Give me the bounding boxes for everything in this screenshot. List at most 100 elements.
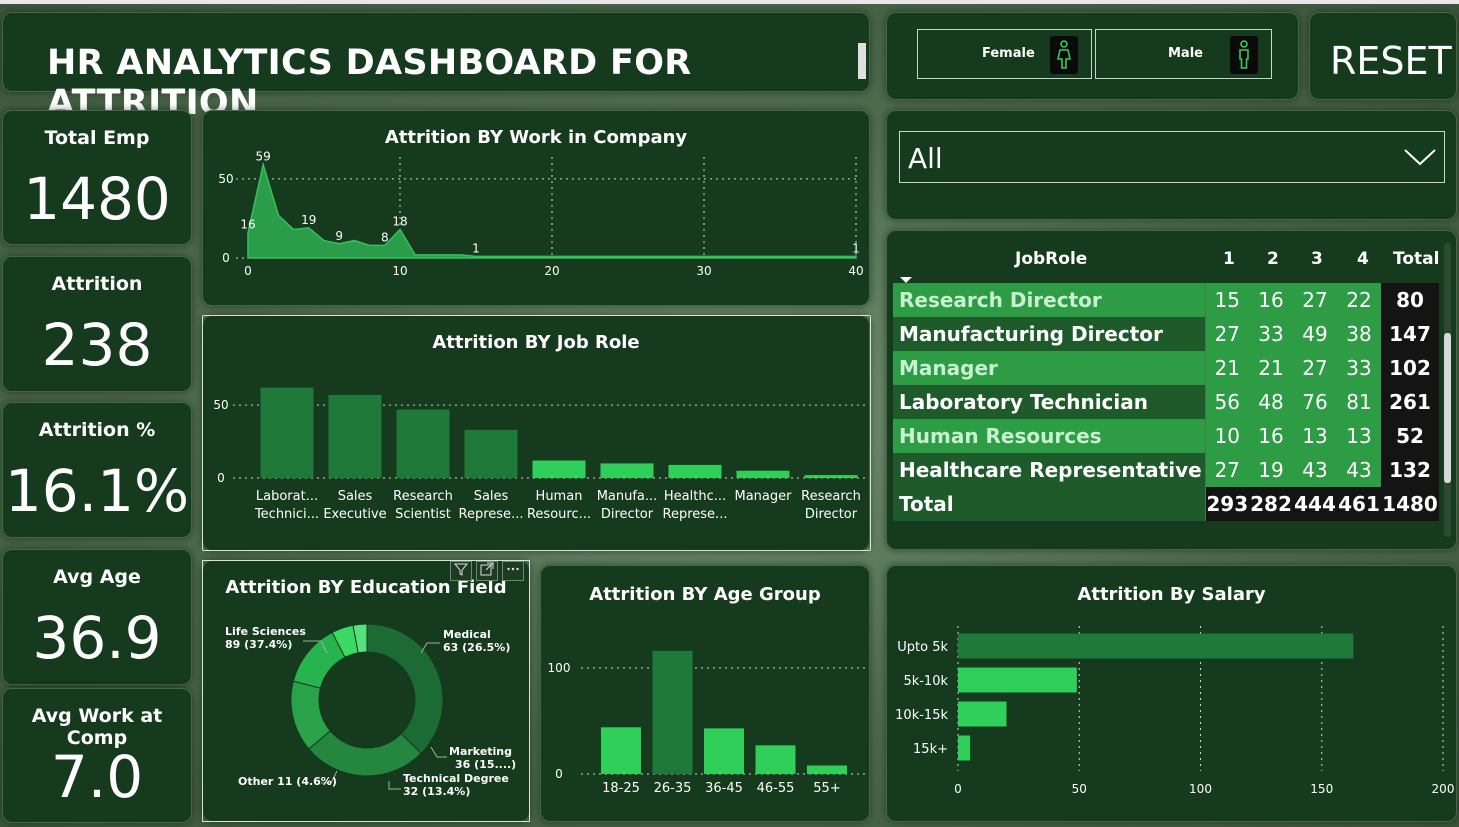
scrollbar-thumb[interactable]: [1444, 333, 1451, 483]
x-tick-label: Healthc...: [664, 489, 726, 504]
reset-button[interactable]: RESET: [1309, 12, 1457, 100]
table-cell: 22: [1337, 283, 1381, 317]
x-tick-label: Director: [805, 507, 858, 522]
leader-line: [388, 781, 401, 790]
bar: [755, 745, 796, 774]
donut-slice: [308, 730, 422, 777]
table-cell: 76: [1293, 385, 1337, 419]
y-tick-label: 0: [222, 251, 230, 265]
slice-value: 63 (26.5%): [443, 641, 510, 654]
x-tick-label: Sales: [338, 489, 373, 504]
x-tick-label: 50: [1072, 782, 1087, 796]
data-label: 19: [301, 213, 316, 227]
bar: [736, 470, 790, 478]
table-cell: 27: [1293, 351, 1337, 385]
matrix-col-header: 2: [1267, 249, 1279, 269]
x-tick-label: Technici...: [254, 507, 319, 522]
work-area-svg: 0 50 0 10 20 30 40 16 59 19 9 818 1 1: [218, 150, 863, 278]
table-cell: 81: [1337, 385, 1381, 419]
gender-filter-card: Female Male: [886, 12, 1299, 100]
data-label: 59: [256, 150, 271, 164]
table-cell: 27: [1293, 283, 1337, 317]
leader-line: [430, 746, 447, 758]
chart-job-role: Attrition BY Job Role 0 50 Laborat... Techn…: [202, 315, 870, 551]
window-top-strip: [0, 0, 1459, 4]
table-cell: 33: [1249, 317, 1293, 351]
y-tick-label: 10k-15k: [895, 708, 948, 723]
bar: [532, 460, 586, 478]
bar: [807, 765, 847, 774]
chart-salary: Attrition By Salary 0 50 100 150 200 Upto 5k 5…: [886, 565, 1457, 822]
chart-age-group: Attrition BY Age Group 0 100 18-25 26-35 36-…: [540, 565, 870, 822]
table-cell: 43: [1337, 453, 1381, 487]
visual-toolbar: [450, 561, 524, 581]
table-cell: 27: [1205, 317, 1249, 351]
table-cell: 21: [1205, 351, 1249, 385]
table-row[interactable]: Manufacturing Director 27 33 49 38 147: [893, 317, 1439, 351]
y-tick-label: 50: [213, 398, 228, 412]
x-tick-label: Director: [601, 507, 654, 522]
table-cell: 16: [1249, 419, 1293, 453]
y-tick-label: 5k-10k: [903, 674, 948, 689]
chart-education-field: Attrition BY Education Field Life Scienc…: [202, 560, 530, 822]
matrix-scrollbar[interactable]: [1444, 243, 1451, 537]
table-cell: 19: [1249, 453, 1293, 487]
male-icon: [1230, 36, 1258, 74]
male-button[interactable]: Male: [1095, 29, 1272, 79]
total-cell: 282: [1249, 487, 1293, 521]
female-button[interactable]: Female: [917, 29, 1092, 79]
x-tick-label: 30: [696, 264, 711, 278]
total-row: Total 293 282 444 461 1480: [893, 487, 1439, 521]
bar: [601, 727, 641, 774]
x-tick-label: 150: [1310, 782, 1333, 796]
title-card: HR ANALYTICS DASHBOARD FOR ATTRITION: [2, 12, 870, 123]
matrix-col-header: 3: [1311, 249, 1323, 269]
total-cell: 461: [1337, 487, 1381, 521]
x-tick-label: Manager: [735, 489, 793, 504]
table-row[interactable]: Human Resources 10 16 13 13 52: [893, 419, 1439, 453]
data-label: 1: [852, 241, 860, 255]
education-donut-svg: Life Sciences89 (37.4%) Medical63 (26.5%)…: [225, 623, 516, 798]
x-tick-label: 46-55: [757, 781, 795, 796]
jobrole-bar-svg: 0 50 Laborat... Technici... Sales Executive Re…: [213, 387, 865, 522]
dropdown-value: All: [908, 142, 943, 175]
y-tick-label: 100: [548, 661, 571, 675]
bar: [652, 650, 693, 774]
x-tick-label: Sales: [474, 489, 509, 504]
slice-label: Marketing: [449, 745, 512, 758]
more-options-icon[interactable]: [502, 561, 524, 581]
matrix-row-header: JobRole: [1015, 249, 1088, 269]
bar: [464, 429, 518, 478]
bar: [958, 735, 971, 761]
jobrole-slicer-card: All: [886, 110, 1457, 220]
y-tick-label: 50: [218, 172, 233, 186]
table-cell: 13: [1337, 419, 1381, 453]
x-tick-label: 0: [954, 782, 962, 796]
table-row[interactable]: Research Director 15 16 27 22 80: [893, 283, 1439, 317]
row-label: Research Director: [893, 283, 1206, 317]
table-row[interactable]: Healthcare Representative 27 19 43 43 132: [893, 453, 1439, 487]
data-label: 18: [392, 215, 407, 229]
row-label: Manufacturing Director: [893, 317, 1206, 351]
total-cell: 444: [1293, 487, 1337, 521]
jobrole-dropdown[interactable]: All: [899, 131, 1445, 183]
row-total: 261: [1381, 385, 1439, 419]
grand-total: 1480: [1381, 487, 1439, 521]
table-row[interactable]: Manager 21 21 27 33 102: [893, 351, 1439, 385]
table-cell: 38: [1337, 317, 1381, 351]
bar: [958, 633, 1354, 659]
x-tick-label: Human: [536, 489, 583, 504]
table-row[interactable]: Laboratory Technician 56 48 76 81 261: [893, 385, 1439, 419]
bar: [804, 475, 858, 478]
row-label: Human Resources: [893, 419, 1206, 453]
filter-icon[interactable]: [450, 561, 472, 581]
x-tick-label: 0: [244, 264, 252, 278]
bar: [260, 387, 314, 478]
kpi-value: 16.1%: [4, 457, 190, 525]
focus-mode-icon[interactable]: [476, 561, 498, 581]
total-cell: 293: [1205, 487, 1249, 521]
table-cell: 33: [1337, 351, 1381, 385]
matrix-col-header: Total: [1393, 249, 1440, 269]
kpi-label: Attrition %: [38, 419, 156, 441]
x-tick-label: 55+: [813, 781, 840, 796]
